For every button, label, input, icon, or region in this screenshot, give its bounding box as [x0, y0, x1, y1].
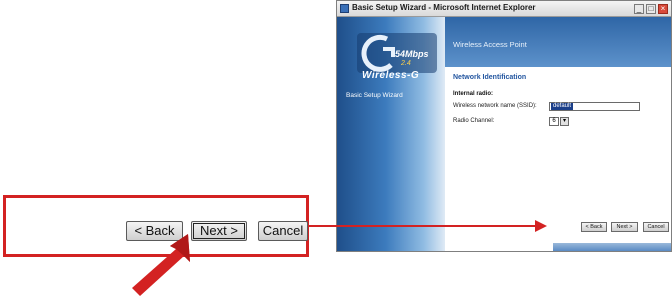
channel-label: Radio Channel:: [453, 118, 495, 124]
window-titlebar: Basic Setup Wizard - Microsoft Internet …: [337, 1, 671, 17]
chevron-down-icon[interactable]: ▾: [560, 117, 569, 126]
ssid-input[interactable]: default: [549, 102, 640, 111]
close-icon[interactable]: ×: [658, 4, 668, 14]
brand-product: Wireless-G: [362, 70, 420, 81]
page-title: Wireless Access Point: [453, 40, 527, 49]
ssid-label: Wireless network name (SSID):: [453, 103, 537, 109]
minimize-icon[interactable]: _: [634, 4, 644, 14]
brand-speed: 54Mbps: [395, 49, 429, 59]
connector-arrow-icon: [309, 220, 547, 232]
browser-window: Basic Setup Wizard - Microsoft Internet …: [336, 0, 672, 252]
channel-select[interactable]: 6: [549, 117, 559, 126]
brand-band: 2.4: [401, 60, 411, 67]
back-button[interactable]: < Back: [581, 222, 607, 232]
window-title: Basic Setup Wizard - Microsoft Internet …: [352, 3, 536, 12]
subsection-title: Internal radio:: [453, 91, 494, 97]
maximize-icon[interactable]: □: [646, 4, 656, 14]
next-button[interactable]: Next >: [611, 222, 638, 232]
window-app-icon: [340, 4, 349, 13]
header-band: Wireless Access Point: [445, 17, 671, 67]
sidebar-item-basic-setup-wizard[interactable]: Basic Setup Wizard: [346, 92, 403, 99]
section-title: Network Identification: [453, 74, 527, 81]
ssid-value: default: [551, 103, 574, 110]
footer-band: [553, 243, 671, 251]
cancel-button[interactable]: Cancel: [643, 222, 669, 232]
zoomed-cancel-button[interactable]: Cancel: [258, 221, 308, 241]
pointer-arrow-icon: [132, 234, 190, 296]
